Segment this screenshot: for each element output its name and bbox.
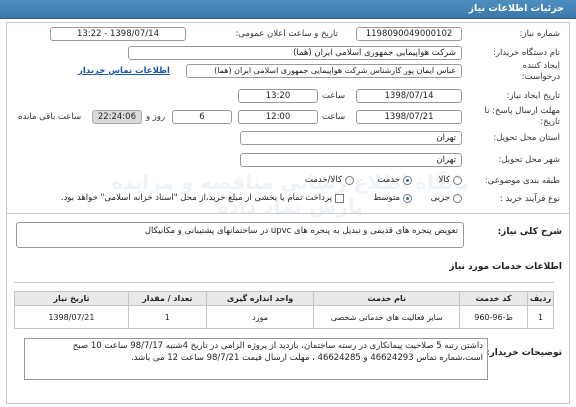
category-option-goods[interactable]: کالا	[439, 175, 462, 185]
requester-label-line2: درخواست:	[521, 72, 560, 82]
services-header-row: ردیف کد خدمت نام خدمت واحد اندازه گیری ت…	[14, 291, 554, 306]
summary-label: شرح کلی نیاز:	[497, 227, 562, 237]
treasury-checkbox[interactable]	[335, 193, 344, 203]
services-divider	[14, 282, 554, 283]
buyer-org-field: شرکت هواپیمایی جمهوری اسلامی ایران (هما)	[128, 46, 462, 60]
treasury-payment-checkbox[interactable]: پرداخت تمام یا بخشی از مبلغ خرید،از محل …	[61, 193, 344, 203]
creation-date-field: 1398/07/14	[356, 89, 462, 103]
buyer-contact-link[interactable]: اطلاعات تماس خریدار	[78, 66, 170, 76]
col-name: نام خدمت	[313, 291, 461, 306]
cell-row: 1	[527, 305, 554, 329]
cell-date: 1398/07/21	[14, 305, 129, 329]
deadline-date-field: 1398/07/21	[356, 110, 462, 124]
category-option-goods-service[interactable]: کالا/خدمت	[305, 175, 354, 185]
col-row: ردیف	[527, 291, 554, 306]
radio-minor[interactable]	[453, 193, 462, 203]
radio-goods-service[interactable]	[345, 175, 354, 185]
remaining-time-label: ساعت باقی مانده	[18, 112, 82, 122]
requester-field: عباس ایمان پور کارشناس شرکت هواپیمایی جم…	[186, 64, 462, 78]
purchase-option-medium[interactable]: متوسط	[373, 193, 412, 203]
col-unit: واحد اندازه گیری	[205, 291, 315, 306]
city-label: شهر محل تحویل:	[498, 155, 560, 165]
requester-label-line1: ایجاد کننده	[522, 61, 560, 71]
purchase-type-label: نوع فرآیند خرید :	[499, 194, 560, 204]
creation-time-label: ساعت	[322, 91, 346, 101]
purchase-option-minor[interactable]: جزیی	[431, 193, 462, 203]
page-header: جزئیات اطلاعات نیاز	[0, 0, 576, 19]
radio-goods[interactable]	[453, 175, 462, 185]
page-title: جزئیات اطلاعات نیاز	[468, 3, 564, 14]
remaining-days-field: 6	[172, 110, 232, 124]
table-row: 1 ط-96-960 سایر فعالیت های خدماتی شخصی م…	[14, 305, 554, 329]
buyer-notes-label: توضیحات خریدار:	[486, 348, 562, 358]
city-field: تهران	[240, 153, 462, 167]
need-number-label: شماره نیاز:	[519, 29, 560, 39]
col-date: تاریخ نیاز	[14, 291, 129, 306]
col-qty: تعداد / مقدار	[127, 291, 207, 306]
need-number-field: 1198090049000102	[356, 27, 462, 41]
province-label: استان محل تحویل:	[493, 133, 560, 143]
radio-service[interactable]	[403, 175, 412, 185]
category-label: طبقه بندی موضوعی:	[484, 176, 560, 186]
divider	[6, 213, 570, 214]
remaining-time-field: 22:24:06	[92, 110, 142, 124]
cell-code: ط-96-960	[459, 305, 529, 329]
remaining-days-label: روز و	[146, 112, 166, 122]
services-table: ردیف کد خدمت نام خدمت واحد اندازه گیری ت…	[14, 291, 554, 329]
buyer-notes-field: داشتن رتبه 5 صلاحیت پیمانکاری در رسته سا…	[24, 338, 488, 380]
creation-date-label: تاریخ ایجاد نیاز:	[506, 91, 560, 101]
summary-field: تعویض پنجره های قدیمی و تبدیل به پنجره ه…	[16, 222, 464, 248]
cell-unit: مورد	[205, 305, 315, 329]
deadline-label-line1: مهلت ارسال پاسخ: تا	[484, 106, 560, 116]
services-title: اطلاعات خدمات مورد نیاز	[449, 262, 562, 272]
announce-datetime-label: تاریخ و ساعت اعلان عمومی:	[235, 29, 338, 39]
cell-name: سایر فعالیت های خدماتی شخصی	[313, 305, 461, 329]
announce-datetime-field: 1398/07/14 - 13:22	[50, 27, 186, 41]
col-code: کد خدمت	[459, 291, 529, 306]
buyer-org-label: نام دستگاه خریدار:	[493, 48, 560, 58]
radio-medium[interactable]	[403, 193, 412, 203]
deadline-label-line2: تاریخ:	[540, 117, 560, 127]
category-option-service[interactable]: خدمت	[377, 175, 412, 185]
deadline-time-field: 12:00	[238, 110, 318, 124]
deadline-time-label: ساعت	[322, 112, 346, 122]
creation-time-field: 13:20	[238, 89, 318, 103]
cell-qty: 1	[127, 305, 207, 329]
province-field: تهران	[240, 131, 462, 145]
